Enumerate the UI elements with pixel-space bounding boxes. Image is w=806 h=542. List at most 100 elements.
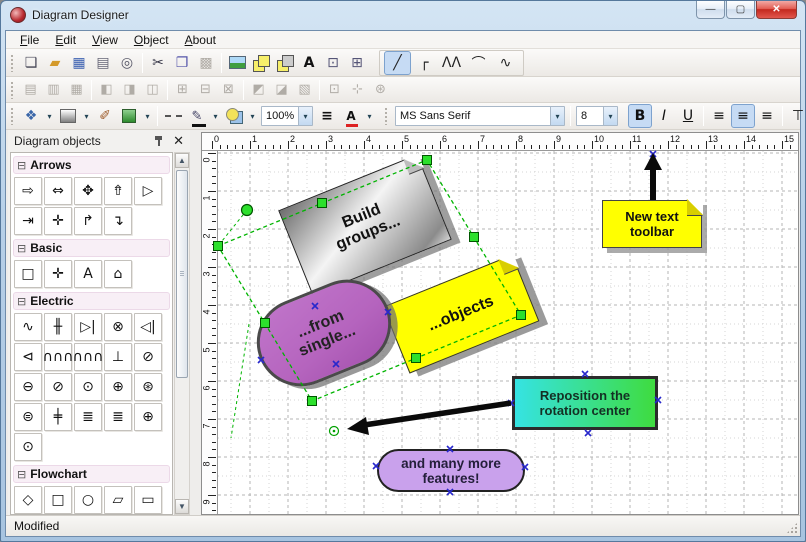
collapse-icon[interactable]: ⊟ (17, 159, 26, 172)
align-lefts-button[interactable]: ▤ (19, 79, 42, 101)
align-centers-button[interactable]: ▦ (65, 79, 88, 101)
elbow-line-button[interactable]: ┌ (411, 51, 438, 75)
group-select-button[interactable]: ⊡ (321, 51, 345, 75)
same-width-button[interactable]: ⊞ (171, 79, 194, 101)
palette-item-lamp[interactable]: ⊗ (104, 313, 132, 341)
font-name-combo[interactable]: MS Sans Serif▾ (395, 106, 565, 126)
palette-item-inductor-alt[interactable]: ∩∩∩ (74, 343, 102, 371)
paste-button[interactable]: ▩ (194, 51, 218, 75)
section-header-basic[interactable]: ⊟Basic (13, 239, 170, 257)
palette-item-text-a[interactable]: A (74, 260, 102, 288)
palette-item-voltage-source[interactable]: ⊕ (134, 403, 162, 431)
palette-item-process-rect[interactable]: □ (44, 486, 72, 514)
palette-item-battery[interactable]: ╪ (44, 403, 72, 431)
palette-item-capacitor[interactable]: ╫ (44, 313, 72, 341)
align-toolbar-grip[interactable] (10, 81, 15, 99)
space-equal-button[interactable]: ▧ (293, 79, 316, 101)
font-color-dropdown[interactable]: ▾ (363, 104, 376, 128)
align-rights-button[interactable]: ▥ (42, 79, 65, 101)
brush-button[interactable]: ✐ (93, 104, 117, 128)
space-across-button[interactable]: ◩ (247, 79, 270, 101)
palette-item-rectangle[interactable]: □ (14, 260, 42, 288)
align-right-button[interactable]: ≡ (755, 104, 779, 128)
scroll-up-icon[interactable]: ▲ (175, 153, 189, 168)
palette-item-arrow-callout-right[interactable]: ⇥ (14, 207, 42, 235)
font-size-combo-dropdown-icon[interactable]: ▾ (603, 107, 617, 125)
curve-line-button[interactable]: ∿ (492, 51, 519, 75)
space-down-button[interactable]: ◪ (270, 79, 293, 101)
insert-text-button[interactable]: A (297, 51, 321, 75)
palette-item-transistor-circle-3[interactable]: ⊘ (44, 373, 72, 401)
minimize-button[interactable]: — (696, 1, 725, 19)
print-button[interactable]: ▤ (91, 51, 115, 75)
palette-item-transformer[interactable]: ≣ (74, 403, 102, 431)
fill-color-button[interactable]: ❖ (19, 104, 43, 128)
shape-color-button[interactable] (117, 104, 141, 128)
shape-many-more-features[interactable]: and many more features! (377, 449, 525, 492)
canvas[interactable]: Build groups... ...objects ...from singl… (218, 151, 798, 514)
fill-color-dropdown[interactable]: ▾ (43, 104, 56, 128)
shape-reposition-rotation-center[interactable]: Reposition the rotation center (512, 376, 658, 430)
line-tool-button[interactable]: ╱ (384, 51, 411, 75)
font-toolbar-grip[interactable] (384, 107, 389, 125)
palette-item-decision-diamond[interactable]: ◇ (14, 486, 42, 514)
section-header-electric[interactable]: ⊟Electric (13, 292, 170, 310)
line-color-button[interactable] (185, 104, 209, 128)
font-color-button[interactable] (339, 104, 363, 128)
style-toolbar-grip[interactable] (10, 107, 15, 125)
arrange-tree-button[interactable]: ⊡ (323, 79, 346, 101)
arrange-left-button[interactable]: ⊹ (346, 79, 369, 101)
align-bottoms-button[interactable]: ◨ (118, 79, 141, 101)
line-dash-button[interactable] (161, 104, 185, 128)
close-button[interactable]: ✕ (756, 1, 797, 19)
transform-points-button[interactable]: ⊞ (345, 51, 369, 75)
palette-item-display-shape[interactable]: ▭ (134, 486, 162, 514)
shape-new-text-toolbar[interactable]: New text toolbar (602, 200, 702, 248)
palette-item-terminator-ellipse[interactable]: ○ (74, 486, 102, 514)
zoom-combo[interactable]: 100%▾ (261, 106, 313, 126)
shape-color-dropdown[interactable]: ▾ (141, 104, 154, 128)
palette-item-diode-circle[interactable]: ⊕ (104, 373, 132, 401)
align-tops-button[interactable]: ◧ (95, 79, 118, 101)
main-toolbar-grip[interactable] (10, 54, 15, 72)
palette-item-arrow-three-way[interactable]: ⇮ (104, 177, 132, 205)
gradient-dropdown[interactable]: ▾ (80, 104, 93, 128)
palette-item-arrow-four-way[interactable]: ✥ (74, 177, 102, 205)
palette-item-ground[interactable]: ⊥ (104, 343, 132, 371)
palette-item-parallelogram-io[interactable]: ▱ (104, 486, 132, 514)
maximize-button[interactable]: ▢ (726, 1, 755, 19)
palette-close-icon[interactable]: ✕ (173, 134, 184, 149)
palette-item-polygon[interactable]: ⌂ (104, 260, 132, 288)
group-button[interactable] (249, 51, 273, 75)
font-name-combo-dropdown-icon[interactable]: ▾ (550, 107, 564, 125)
cut-button[interactable]: ✂ (146, 51, 170, 75)
palette-item-arrow-chevron[interactable]: ▷ (134, 177, 162, 205)
menu-object[interactable]: Object (126, 32, 177, 48)
title-bar[interactable]: Diagram Designer — ▢ ✕ (1, 1, 805, 30)
align-center-button[interactable]: ≡ (731, 104, 755, 128)
palette-item-transistor-circle[interactable]: ⊘ (134, 343, 162, 371)
palette-item-diode-circle-2[interactable]: ⊛ (134, 373, 162, 401)
menu-file[interactable]: File (12, 32, 47, 48)
palette-item-mosfet[interactable]: ⊜ (14, 403, 42, 431)
copy-button[interactable]: ❐ (170, 51, 194, 75)
scrollbar-thumb[interactable] (176, 170, 188, 378)
menu-view[interactable]: View (84, 32, 126, 48)
new-button[interactable]: ❏ (19, 51, 43, 75)
collapse-icon[interactable]: ⊟ (17, 242, 26, 255)
palette-item-transistor[interactable]: ⊲ (14, 343, 42, 371)
line-width-button[interactable]: ≡ (315, 104, 339, 128)
gradient-button[interactable] (56, 104, 80, 128)
palette-item-arrow-corner-down[interactable]: ↴ (104, 207, 132, 235)
palette-item-transistor-circle-2[interactable]: ⊖ (14, 373, 42, 401)
palette-item-resistor[interactable]: ∿ (14, 313, 42, 341)
same-size-button[interactable]: ⊠ (217, 79, 240, 101)
transparency-button[interactable] (222, 104, 246, 128)
align-middles-button[interactable]: ◫ (141, 79, 164, 101)
arc-line-button[interactable]: ⌒ (465, 51, 492, 75)
zigzag-line-button[interactable]: ΛΛ (438, 51, 465, 75)
ungroup-button[interactable] (273, 51, 297, 75)
underline-button[interactable]: U (676, 104, 700, 128)
palette-item-diode[interactable]: ▷| (74, 313, 102, 341)
menu-edit[interactable]: Edit (47, 32, 84, 48)
